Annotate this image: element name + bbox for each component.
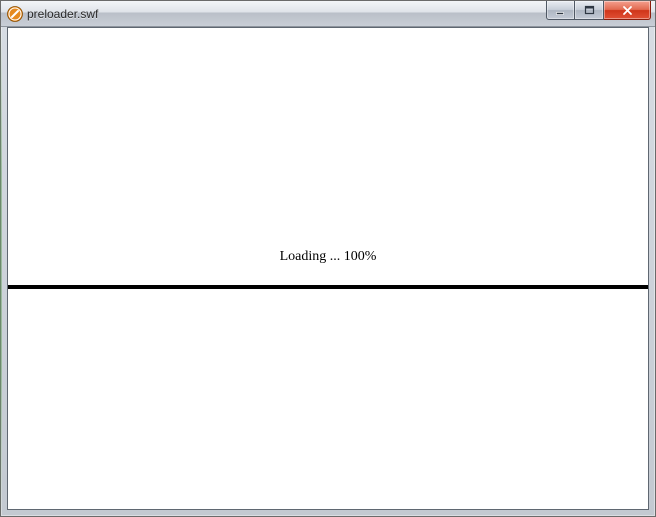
content-area: Loading ... 100% bbox=[7, 27, 649, 510]
window-title: preloader.swf bbox=[27, 7, 546, 21]
window-controls bbox=[546, 1, 651, 21]
loading-prefix: Loading ... bbox=[280, 249, 344, 264]
loading-percent: 100 bbox=[344, 249, 365, 264]
app-window: preloader.swf Loading ... 100% bbox=[0, 0, 656, 517]
titlebar[interactable]: preloader.swf bbox=[1, 1, 655, 27]
maximize-button[interactable] bbox=[575, 1, 604, 20]
frame-accent bbox=[0, 26, 2, 517]
close-button[interactable] bbox=[604, 1, 651, 20]
loading-suffix: % bbox=[365, 249, 377, 264]
minimize-icon bbox=[555, 5, 566, 16]
minimize-button[interactable] bbox=[546, 1, 575, 20]
close-icon bbox=[621, 5, 634, 16]
maximize-icon bbox=[584, 5, 595, 16]
flash-player-icon bbox=[7, 6, 23, 22]
progress-bar bbox=[8, 285, 648, 289]
loading-label: Loading ... 100% bbox=[280, 249, 377, 265]
